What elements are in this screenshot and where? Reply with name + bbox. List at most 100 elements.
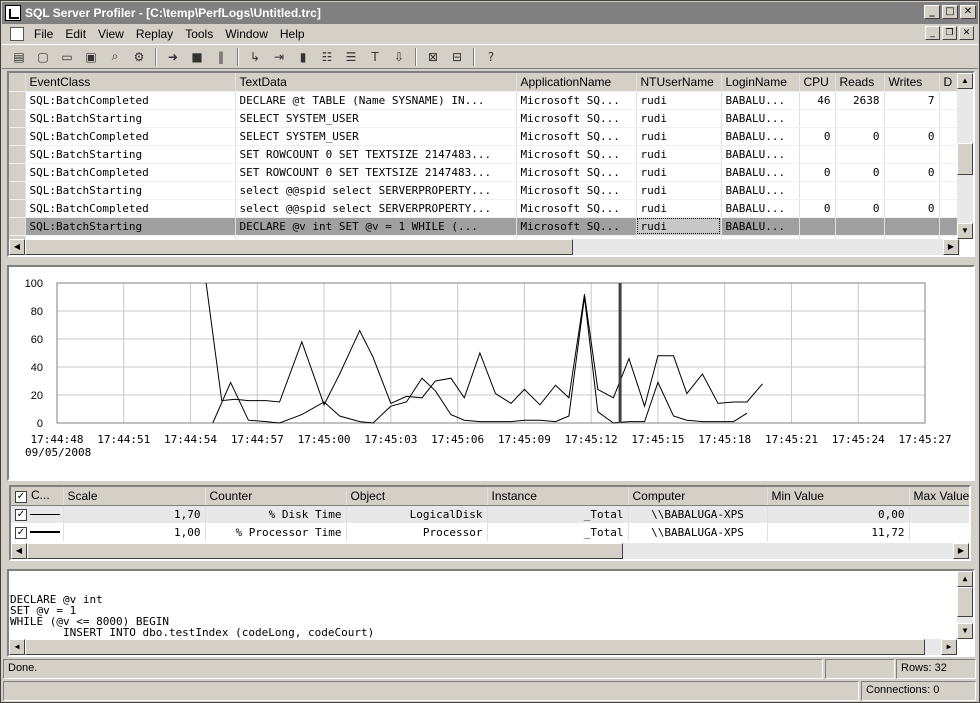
counter-computer[interactable]: \\BABALUGA-XPS bbox=[628, 523, 768, 541]
table-cell[interactable]: rudi bbox=[636, 127, 722, 146]
column-header[interactable]: EventClass bbox=[25, 73, 236, 92]
counter-column-header[interactable]: Computer bbox=[628, 487, 768, 506]
table-row[interactable]: SQL:BatchStarting SET ROWCOUNT 0 SET TEXT… bbox=[9, 145, 960, 164]
counter-checkbox[interactable]: ✓ bbox=[15, 527, 27, 539]
menu-window[interactable]: Window bbox=[219, 27, 274, 41]
table-cell[interactable] bbox=[939, 217, 960, 236]
counter-column-header[interactable]: Instance bbox=[487, 487, 629, 506]
perfmon-chart[interactable]: 0 20 40 60 80 100 17:44:48 17:44:51 17:44:54 17:4… bbox=[7, 265, 975, 481]
run-to-cursor-icon[interactable]: ⇥ bbox=[268, 47, 290, 67]
close-button[interactable]: ✕ bbox=[960, 5, 976, 19]
column-header[interactable]: CPU bbox=[799, 73, 836, 92]
counter-counter[interactable]: % Processor Time bbox=[205, 523, 347, 541]
hscroll-thumb[interactable] bbox=[25, 639, 925, 655]
table-row[interactable]: SQL:BatchCompleted select @@spid select S… bbox=[9, 199, 960, 218]
column-header[interactable]: TextData bbox=[235, 73, 517, 92]
counter-max[interactable] bbox=[909, 523, 969, 541]
table-row[interactable]: SQL:BatchCompleted SELECT SYSTEM_USER Micr… bbox=[9, 127, 960, 146]
table-cell[interactable]: BABALU... bbox=[721, 217, 800, 236]
scroll-thumb[interactable] bbox=[957, 587, 973, 617]
table-cell[interactable]: BABALU... bbox=[721, 127, 800, 146]
table-cell[interactable]: Microsoft SQ... bbox=[516, 163, 637, 182]
table-cell[interactable]: DECLARE @v int SET @v = 1 WHILE (... bbox=[235, 217, 517, 236]
column-header[interactable]: D bbox=[939, 73, 960, 92]
table-cell[interactable]: BABALU... bbox=[721, 181, 800, 200]
table-cell[interactable]: Microsoft SQ... bbox=[516, 217, 637, 236]
table-cell[interactable] bbox=[939, 199, 960, 218]
table-cell[interactable]: rudi bbox=[636, 109, 722, 128]
perfmon-icon[interactable]: ⊠ bbox=[422, 47, 444, 67]
table-cell[interactable] bbox=[835, 181, 885, 200]
table-cell[interactable] bbox=[939, 145, 960, 164]
auto-scroll-icon[interactable]: ⇩ bbox=[388, 47, 410, 67]
scroll-down-icon[interactable]: ▼ bbox=[957, 223, 973, 239]
counter-scale[interactable]: 1,00 bbox=[63, 523, 206, 541]
table-cell[interactable]: Microsoft SQ... bbox=[516, 199, 637, 218]
table-cell[interactable]: 46 bbox=[799, 91, 836, 110]
table-cell[interactable]: SET ROWCOUNT 0 SET TEXTSIZE 2147483... bbox=[235, 145, 517, 164]
trace-grid[interactable]: EventClass TextData ApplicationName NTUserN… bbox=[7, 71, 975, 257]
table-cell[interactable]: rudi bbox=[636, 145, 722, 164]
table-cell[interactable]: SQL:BatchCompleted bbox=[25, 199, 236, 218]
counter-min[interactable]: 0,00 bbox=[767, 505, 910, 523]
table-cell[interactable]: 0 bbox=[835, 163, 885, 182]
table-cell[interactable] bbox=[884, 145, 940, 164]
table-cell[interactable] bbox=[939, 163, 960, 182]
document-icon[interactable] bbox=[10, 26, 24, 41]
table-cell[interactable]: Microsoft SQ... bbox=[516, 127, 637, 146]
counter-computer[interactable]: \\BABALUGA-XPS bbox=[628, 505, 768, 523]
menu-replay[interactable]: Replay bbox=[130, 27, 179, 41]
row-gutter[interactable] bbox=[9, 91, 26, 110]
table-cell[interactable]: 0 bbox=[884, 127, 940, 146]
mdi-restore-button[interactable]: ❐ bbox=[942, 26, 957, 40]
counter-toggle[interactable]: ✓ bbox=[11, 505, 64, 523]
app-icon[interactable] bbox=[5, 5, 21, 21]
counter-list[interactable]: ✓ C... Scale Counter Object Instance Computer M… bbox=[9, 485, 971, 561]
counter-horizontal-scrollbar[interactable]: ◀ ▶ bbox=[11, 543, 969, 559]
help-icon[interactable]: ? bbox=[480, 47, 502, 67]
scroll-left-icon[interactable]: ◀ bbox=[9, 639, 25, 655]
table-cell[interactable]: SQL:BatchStarting bbox=[25, 181, 236, 200]
table-cell[interactable]: Microsoft SQ... bbox=[516, 181, 637, 200]
counter-object[interactable]: LogicalDisk bbox=[346, 505, 488, 523]
counter-object[interactable]: Processor bbox=[346, 523, 488, 541]
table-cell[interactable] bbox=[884, 109, 940, 128]
table-cell[interactable]: SQL:BatchStarting bbox=[25, 217, 236, 236]
table-cell[interactable] bbox=[884, 181, 940, 200]
textdata-pane[interactable]: DECLARE @v int SET @v = 1 WHILE (@v <= 8… bbox=[7, 569, 975, 657]
table-cell[interactable] bbox=[799, 109, 836, 128]
table-row[interactable]: SQL:BatchStarting DECLARE @v int SET @v =… bbox=[9, 217, 960, 236]
table-cell[interactable]: SET ROWCOUNT 0 SET TEXTSIZE 2147483... bbox=[235, 163, 517, 182]
table-cell[interactable]: SELECT SYSTEM_USER bbox=[235, 109, 517, 128]
row-gutter[interactable] bbox=[9, 199, 26, 218]
scroll-up-icon[interactable]: ▲ bbox=[957, 73, 973, 89]
table-cell[interactable]: SQL:BatchStarting bbox=[25, 145, 236, 164]
counter-counter[interactable]: % Disk Time bbox=[205, 505, 347, 523]
open-icon[interactable]: ▭ bbox=[56, 47, 78, 67]
table-row[interactable]: SQL:BatchCompleted DECLARE @t TABLE (Name… bbox=[9, 91, 960, 110]
table-row[interactable]: SQL:BatchStarting select @@spid select SE… bbox=[9, 181, 960, 200]
counter-column-header[interactable]: Min Value bbox=[767, 487, 910, 506]
table-cell[interactable]: BABALU... bbox=[721, 91, 800, 110]
menu-help[interactable]: Help bbox=[274, 27, 311, 41]
group-icon[interactable]: ☷ bbox=[316, 47, 338, 67]
text-horizontal-scrollbar[interactable]: ◀ ▶ bbox=[9, 639, 957, 655]
clear-window-icon[interactable]: ▮ bbox=[292, 47, 314, 67]
pause-icon[interactable]: ‖ bbox=[210, 47, 232, 67]
title-bar[interactable]: SQL Server Profiler - [C:\temp\PerfLogs\… bbox=[2, 2, 978, 24]
counter-column-header[interactable]: Counter bbox=[205, 487, 347, 506]
menu-edit[interactable]: Edit bbox=[59, 27, 92, 41]
properties-icon[interactable]: ⚙ bbox=[128, 47, 150, 67]
scroll-thumb[interactable] bbox=[957, 143, 973, 175]
table-cell[interactable]: 0 bbox=[835, 199, 885, 218]
counter-column-header[interactable]: Max Value bbox=[909, 487, 969, 506]
select-all-checkbox[interactable]: ✓ bbox=[15, 491, 27, 504]
table-cell[interactable]: rudi bbox=[636, 217, 722, 236]
row-gutter[interactable] bbox=[9, 163, 26, 182]
scroll-right-icon[interactable]: ▶ bbox=[941, 639, 957, 655]
table-cell[interactable]: 7 bbox=[884, 91, 940, 110]
table-cell[interactable]: Microsoft SQ... bbox=[516, 91, 637, 110]
step-icon[interactable]: ↳ bbox=[244, 47, 266, 67]
row-gutter[interactable] bbox=[9, 109, 26, 128]
table-cell[interactable]: BABALU... bbox=[721, 163, 800, 182]
